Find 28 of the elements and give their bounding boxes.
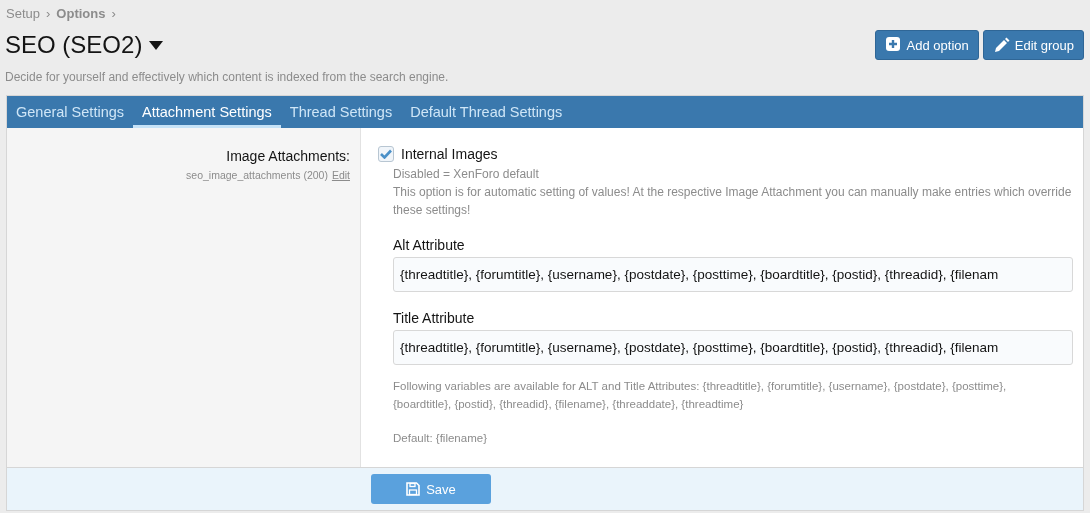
edit-group-button[interactable]: Edit group bbox=[982, 30, 1084, 60]
add-option-button[interactable]: Add option bbox=[874, 30, 979, 60]
option-label: Image Attachments: bbox=[225, 148, 350, 164]
breadcrumb-link[interactable]: Setup bbox=[6, 5, 40, 21]
field-label: Alt Attribute bbox=[393, 237, 466, 253]
tab[interactable]: General Settings bbox=[7, 99, 133, 128]
page-title: SEO (SEO2) bbox=[5, 31, 143, 59]
option-id: seo_image_attachments (200) bbox=[186, 169, 328, 181]
check-icon bbox=[380, 149, 392, 159]
checkbox[interactable] bbox=[378, 146, 394, 162]
field-label: Title Attribute bbox=[393, 310, 476, 326]
tab[interactable]: Default Thread Settings bbox=[401, 99, 572, 128]
breadcrumb-link[interactable]: Options bbox=[56, 5, 106, 21]
plus-icon bbox=[885, 37, 902, 53]
text-field[interactable]: {threadtitle}, {forumtitle}, {username}, {postdate}, {posttime}, {boardtitle}, {postid}, {threadid}, {filenam bbox=[393, 257, 1073, 292]
save-button[interactable]: Save bbox=[371, 474, 491, 504]
hint-text: Disabled = XenForo default bbox=[393, 166, 540, 183]
breadcrumb-separator: › bbox=[110, 5, 117, 21]
edit-link[interactable]: Edit bbox=[331, 169, 350, 181]
text-field[interactable]: {threadtitle}, {forumtitle}, {username}, {postdate}, {posttime}, {boardtitle}, {postid}, {threadid}, {filenam bbox=[393, 330, 1073, 365]
checkbox-label: Internal Images bbox=[401, 146, 498, 162]
explain-text: Default: {filename} bbox=[393, 431, 488, 446]
pencil-icon bbox=[993, 37, 1010, 53]
tab[interactable]: Thread Settings bbox=[280, 99, 402, 128]
page-description: Decide for yourself and effectively which content is indexed from the search engine. bbox=[5, 70, 450, 84]
hint-text: This option is for automatic setting of values! At the respective Image Attachment you can manually make entries which override these settings! bbox=[393, 184, 1073, 219]
breadcrumb-separator: › bbox=[45, 5, 52, 21]
explain-text: Following variables are available for ALT and Title Attributes: {threadtitle}, {forumtitle}, {username}, {postdate}, {posttime}, {boardtitle}, {postid}, {threadid}, {filename}, {threaddate}, {threadtime} bbox=[393, 379, 1008, 412]
